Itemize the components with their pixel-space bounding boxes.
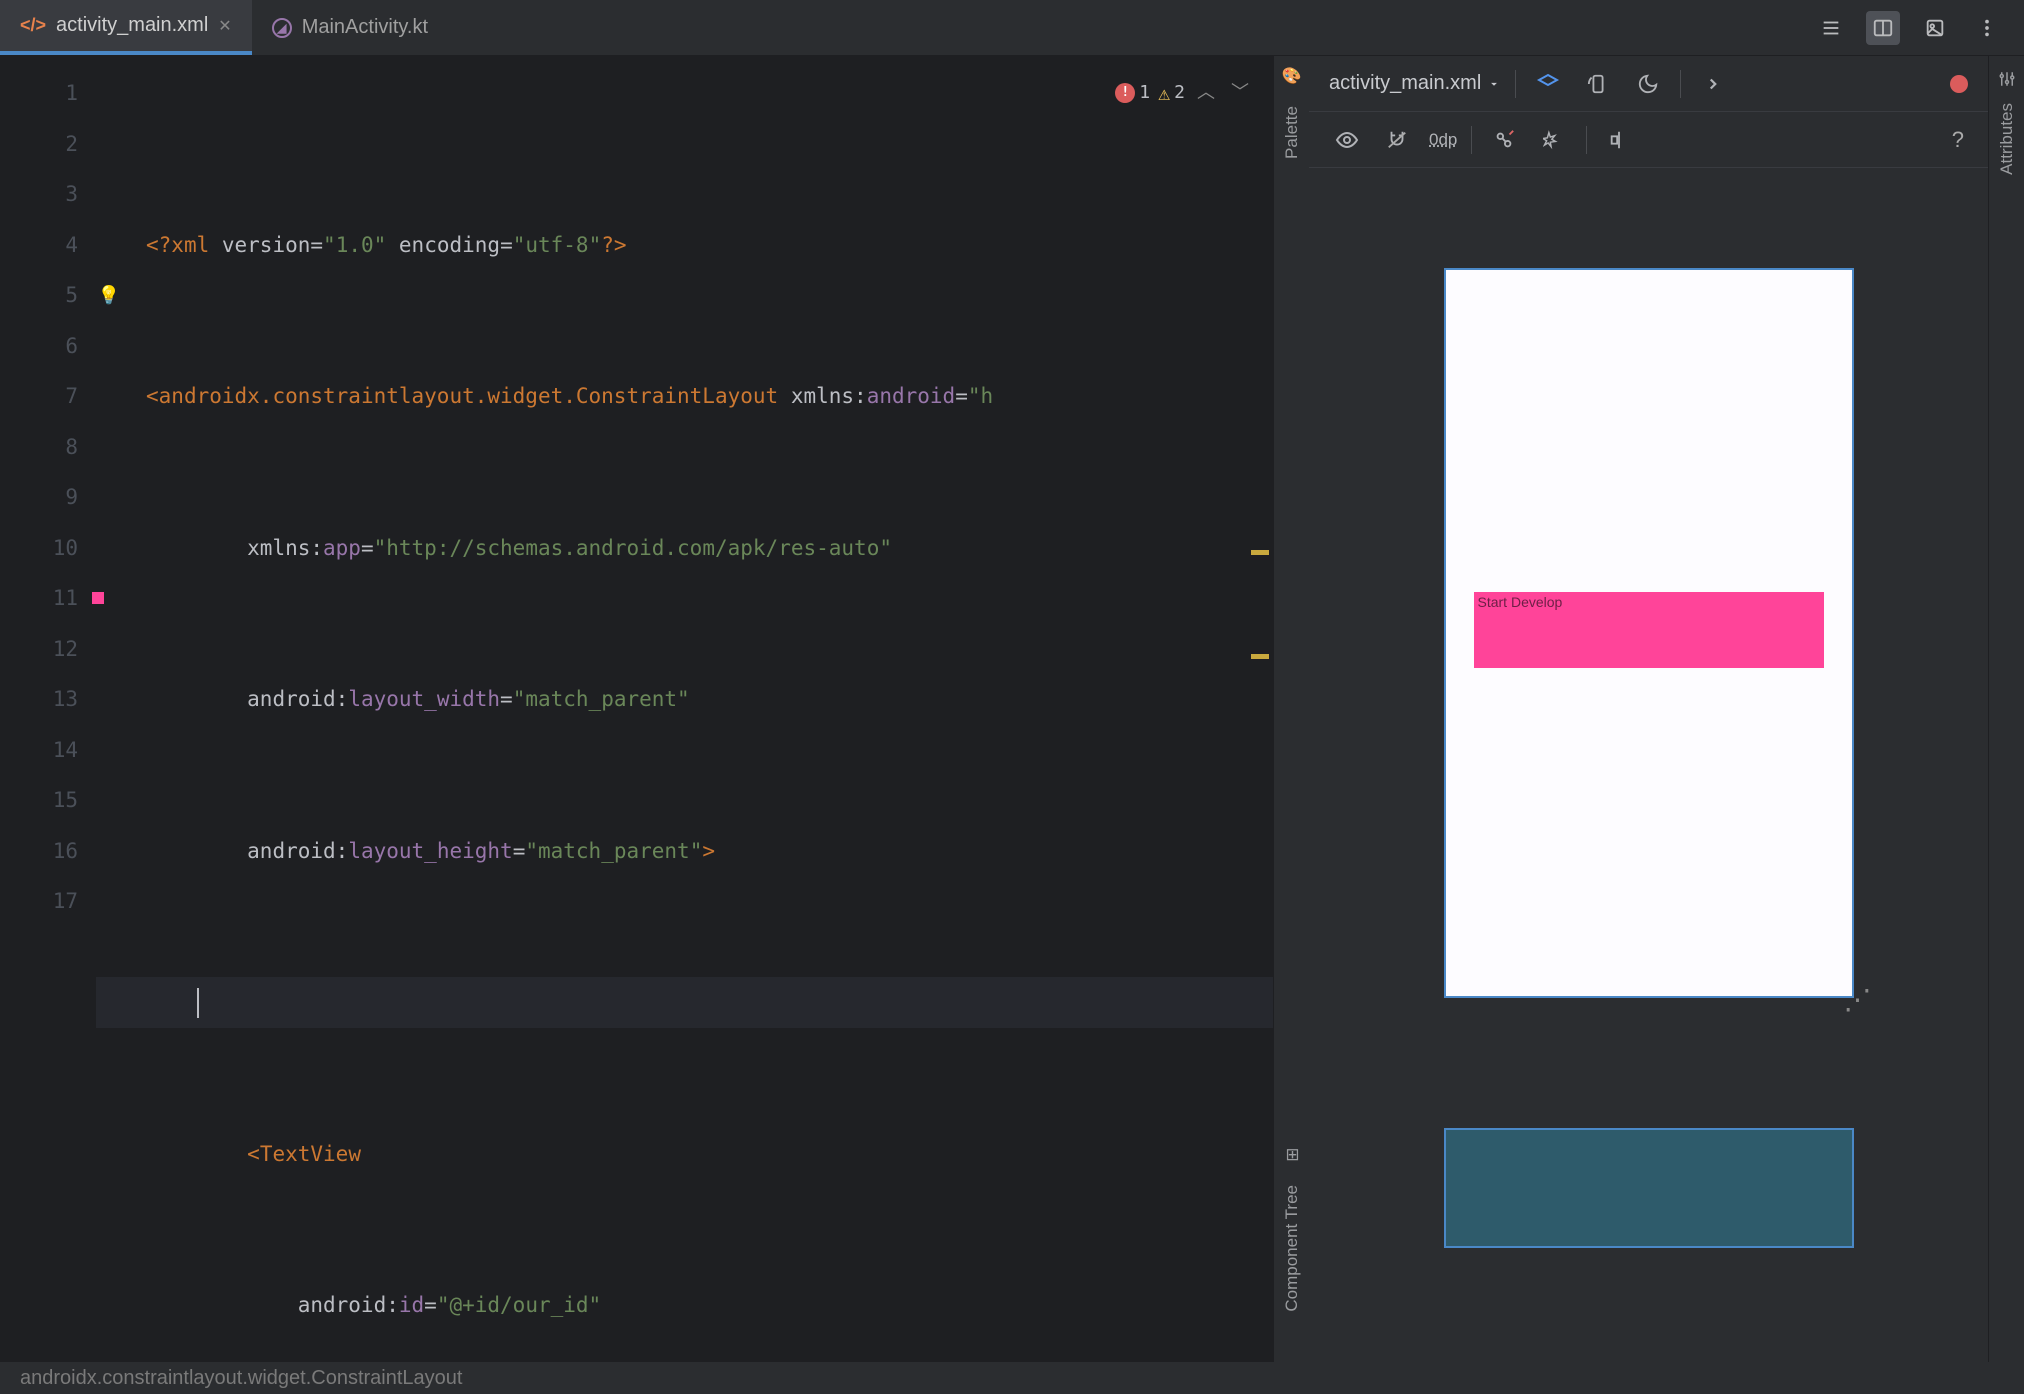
code-line: <?xml version="1.0" encoding="utf-8"?> <box>96 220 1273 271</box>
sliders-icon <box>1998 70 2016 93</box>
orientation-icon[interactable] <box>1580 66 1616 102</box>
line-number[interactable]: 12 <box>0 624 96 675</box>
line-number[interactable]: 2 <box>0 119 96 170</box>
line-number[interactable]: 4 <box>0 220 96 271</box>
breadcrumb-text[interactable]: androidx.constraintlayout.widget.Constra… <box>20 1367 462 1390</box>
line-number[interactable]: 17 <box>0 876 96 927</box>
chevron-down-icon <box>1487 77 1501 91</box>
design-view-icon[interactable] <box>1918 11 1952 45</box>
night-mode-icon[interactable] <box>1630 66 1666 102</box>
design-surface-icon[interactable] <box>1530 66 1566 102</box>
guidelines-icon[interactable] <box>1601 122 1637 158</box>
line-number[interactable]: 16 <box>0 826 96 877</box>
divider <box>1680 70 1681 98</box>
editor-tabs: </> activity_main.xml ✕ ◢ MainActivity.k… <box>0 0 448 55</box>
problems-indicator[interactable]: !1 ⚠2 ︿ ﹀ <box>1115 68 1253 119</box>
preview-textview[interactable]: Start Develop <box>1474 592 1824 668</box>
code-line: android:layout_width="match_parent" <box>96 674 1273 725</box>
text-cursor <box>197 988 199 1018</box>
tab-label: activity_main.xml <box>56 14 208 37</box>
palette-label[interactable]: Palette <box>1282 96 1302 169</box>
line-number[interactable]: 10 <box>0 523 96 574</box>
layout-editor-pane: 🎨 Palette ⊞ Component Tree activity_main… <box>1273 56 2024 1362</box>
more-options-icon[interactable] <box>1970 11 2004 45</box>
error-indicator-icon[interactable] <box>1950 75 1968 93</box>
tab-mainactivity-kt[interactable]: ◢ MainActivity.kt <box>252 0 448 55</box>
palette-sidebar: 🎨 Palette ⊞ Component Tree <box>1273 56 1309 1362</box>
code-view-icon[interactable] <box>1814 11 1848 45</box>
line-number[interactable]: 5💡 <box>0 270 96 321</box>
kotlin-file-icon: ◢ <box>272 18 292 38</box>
line-number[interactable]: 15 <box>0 775 96 826</box>
divider <box>1586 126 1587 154</box>
line-number[interactable]: 6 <box>0 321 96 372</box>
code-editor-pane: 1 2 3 4 5💡 6 7 8 9 10 11 12 13 14 15 16 … <box>0 56 1273 1362</box>
help-icon[interactable]: ? <box>1952 127 1964 153</box>
next-problem-icon[interactable]: ﹀ <box>1227 68 1253 119</box>
magnet-icon[interactable] <box>1379 122 1415 158</box>
line-number-gutter: 1 2 3 4 5💡 6 7 8 9 10 11 12 13 14 15 16 … <box>0 56 96 1362</box>
split-view-icon[interactable] <box>1866 11 1900 45</box>
overflow-icon[interactable] <box>1695 66 1731 102</box>
design-toolbar-primary: activity_main.xml <box>1309 56 1988 112</box>
code-line: android:id="@+id/our_id" <box>96 1280 1273 1331</box>
divider <box>1515 70 1516 98</box>
line-number[interactable]: 7 <box>0 371 96 422</box>
code-line: <TextView <box>96 1129 1273 1180</box>
tab-activity-main-xml[interactable]: </> activity_main.xml ✕ <box>0 0 252 55</box>
component-tree-icon: ⊞ <box>1285 1145 1297 1165</box>
close-icon[interactable]: ✕ <box>218 16 231 36</box>
warning-marker[interactable] <box>1251 654 1269 659</box>
warning-marker[interactable] <box>1251 550 1269 555</box>
line-number[interactable]: 14 <box>0 725 96 776</box>
resize-handle-icon[interactable]: ⋰ <box>1844 983 1872 1016</box>
view-mode-toolbar <box>1814 11 2024 45</box>
divider <box>1471 126 1472 154</box>
attributes-sidebar: Attributes <box>1988 56 2024 1362</box>
tab-label: MainActivity.kt <box>302 16 428 39</box>
prev-problem-icon[interactable]: ︿ <box>1193 68 1219 119</box>
design-surface-container: activity_main.xml <box>1309 56 1988 1362</box>
clear-constraints-icon[interactable] <box>1486 122 1522 158</box>
blueprint-preview-frame[interactable] <box>1444 1128 1854 1248</box>
code-line <box>96 977 1273 1028</box>
error-count: 1 <box>1139 68 1150 119</box>
infer-constraints-icon[interactable] <box>1536 122 1572 158</box>
warning-count: 2 <box>1174 68 1185 119</box>
line-number[interactable]: 3 <box>0 169 96 220</box>
code-line: android:layout_height="match_parent"> <box>96 826 1273 877</box>
line-number[interactable]: 11 <box>0 573 96 624</box>
breadcrumb-bar: androidx.constraintlayout.widget.Constra… <box>0 1362 2024 1394</box>
warning-icon: ⚠ <box>1158 68 1170 119</box>
tab-bar: </> activity_main.xml ✕ ◢ MainActivity.k… <box>0 0 2024 56</box>
code-line: <androidx.constraintlayout.widget.Constr… <box>96 371 1273 422</box>
default-margin-label[interactable]: 0dp <box>1429 130 1457 150</box>
xml-file-icon: </> <box>20 15 46 36</box>
error-icon: ! <box>1115 83 1135 103</box>
component-tree-label[interactable]: Component Tree <box>1282 1175 1302 1322</box>
line-number[interactable]: 8 <box>0 422 96 473</box>
design-toolbar-secondary: 0dp ? <box>1309 112 1988 168</box>
marker-strip[interactable] <box>1255 56 1269 1362</box>
code-text-area[interactable]: !1 ⚠2 ︿ ﹀ <?xml version="1.0" encoding="… <box>96 56 1273 1362</box>
line-number[interactable]: 9 <box>0 472 96 523</box>
main-area: 1 2 3 4 5💡 6 7 8 9 10 11 12 13 14 15 16 … <box>0 56 2024 1362</box>
code-line: xmlns:app="http://schemas.android.com/ap… <box>96 523 1273 574</box>
design-filename-dropdown[interactable]: activity_main.xml <box>1329 72 1501 95</box>
design-canvas[interactable]: Start Develop ⋰ <box>1309 168 1988 1362</box>
design-preview-frame[interactable]: Start Develop ⋰ <box>1444 268 1854 998</box>
attributes-label[interactable]: Attributes <box>1997 93 2017 185</box>
palette-icon: 🎨 <box>1282 66 1302 86</box>
line-number[interactable]: 1 <box>0 68 96 119</box>
line-number[interactable]: 13 <box>0 674 96 725</box>
